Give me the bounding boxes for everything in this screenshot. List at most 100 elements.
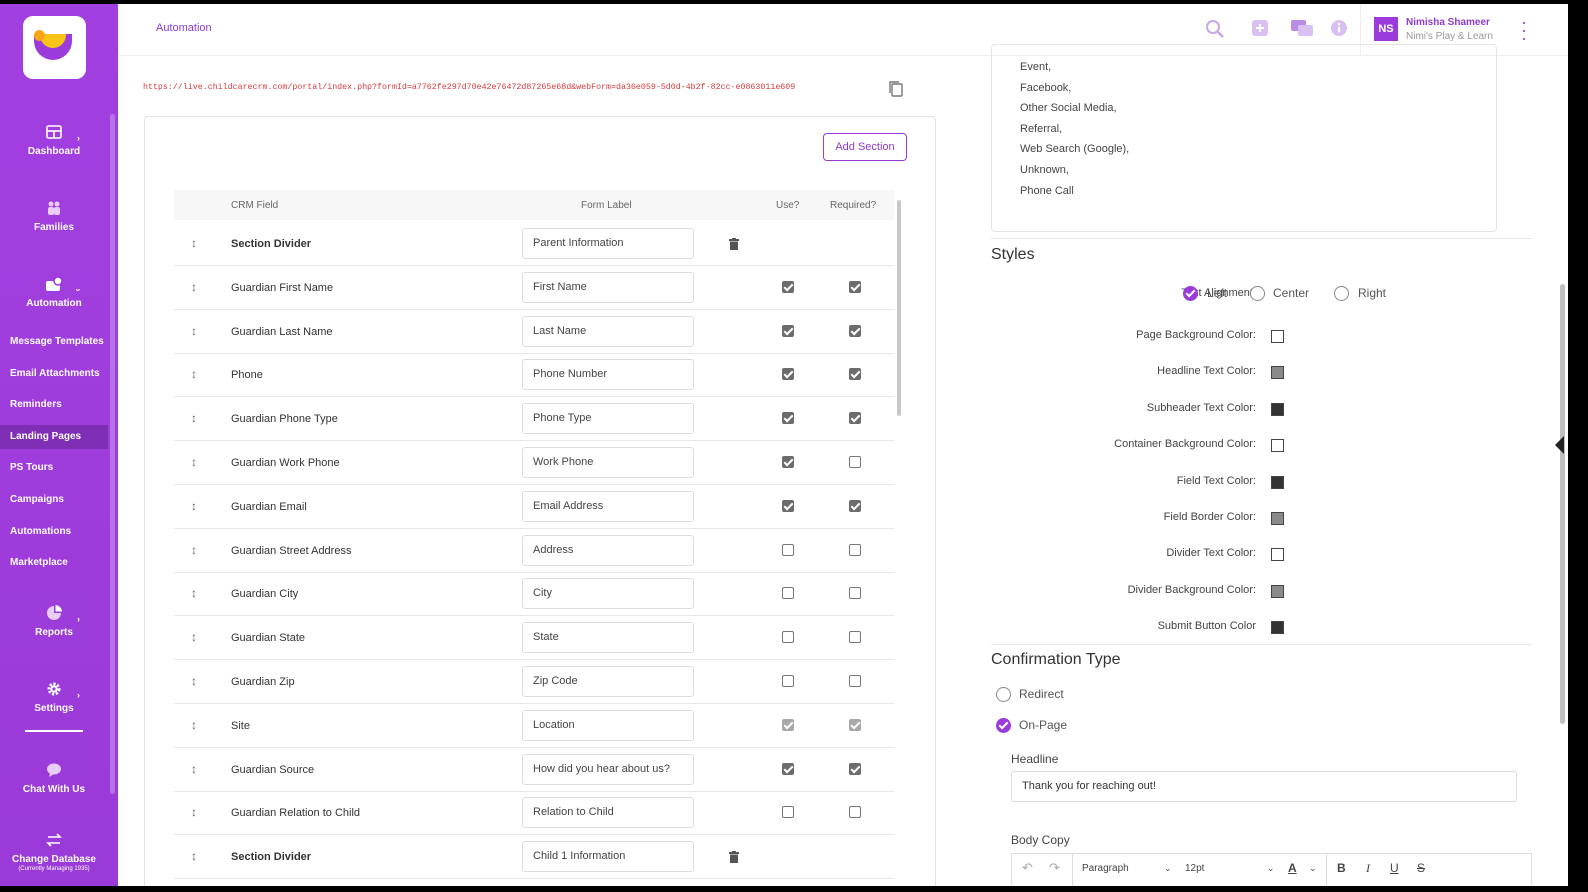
sidebar-item-families[interactable]: Families bbox=[0, 200, 108, 233]
on-page-radio[interactable] bbox=[996, 718, 1011, 733]
on-page-label[interactable]: On-Page bbox=[1019, 718, 1067, 732]
color-swatch[interactable] bbox=[1271, 512, 1284, 525]
text-color-icon[interactable]: A bbox=[1288, 861, 1297, 875]
drag-handle-icon[interactable]: ↕ bbox=[191, 455, 197, 469]
use-checkbox[interactable] bbox=[782, 324, 794, 337]
use-checkbox[interactable] bbox=[782, 762, 794, 775]
required-checkbox[interactable] bbox=[849, 412, 861, 425]
app-logo[interactable] bbox=[23, 16, 86, 79]
form-label-input[interactable]: Address bbox=[522, 534, 694, 566]
form-label-input[interactable]: Location bbox=[522, 709, 694, 741]
drag-handle-icon[interactable]: ↕ bbox=[191, 674, 197, 688]
sidebar-item-dashboard[interactable]: Dashboard › bbox=[0, 124, 108, 157]
drag-handle-icon[interactable]: ↕ bbox=[191, 718, 197, 732]
use-checkbox[interactable] bbox=[782, 499, 794, 512]
headline-input[interactable]: Thank you for reaching out! bbox=[1011, 771, 1517, 802]
use-checkbox[interactable] bbox=[782, 368, 794, 381]
required-checkbox[interactable] bbox=[849, 631, 861, 644]
form-label-input[interactable]: Zip Code bbox=[522, 666, 694, 697]
use-checkbox[interactable] bbox=[782, 806, 794, 819]
use-checkbox[interactable] bbox=[782, 412, 794, 425]
align-right-label[interactable]: Right bbox=[1358, 286, 1386, 300]
form-label-input[interactable]: City bbox=[522, 578, 694, 610]
form-url[interactable]: https://live.childcarecrm.com/portal/ind… bbox=[143, 83, 795, 92]
required-checkbox[interactable] bbox=[849, 675, 861, 687]
trash-icon[interactable] bbox=[729, 851, 739, 864]
required-checkbox[interactable] bbox=[849, 806, 861, 819]
sidebar-subitem-campaigns[interactable]: Campaigns bbox=[0, 488, 108, 512]
sidebar-subitem-reminders[interactable]: Reminders bbox=[0, 393, 108, 417]
page-scrollbar[interactable] bbox=[1560, 284, 1565, 724]
font-size-select[interactable]: 12pt bbox=[1185, 863, 1204, 874]
drag-handle-icon[interactable]: ↕ bbox=[191, 762, 197, 776]
breadcrumb[interactable]: Automation bbox=[156, 22, 212, 34]
sidebar-subitem-landing-pages[interactable]: Landing Pages bbox=[0, 425, 108, 449]
use-checkbox[interactable] bbox=[782, 543, 794, 556]
use-checkbox[interactable] bbox=[782, 280, 794, 293]
color-swatch[interactable] bbox=[1271, 475, 1284, 489]
required-checkbox[interactable] bbox=[849, 456, 861, 468]
add-section-button[interactable]: Add Section bbox=[823, 133, 907, 161]
avatar[interactable]: NS bbox=[1374, 17, 1398, 41]
use-checkbox[interactable] bbox=[782, 456, 794, 468]
form-label-input[interactable]: Relation to Child bbox=[522, 797, 694, 829]
form-label-input[interactable]: Email Address bbox=[522, 490, 694, 522]
undo-icon[interactable]: ↶ bbox=[1022, 860, 1033, 876]
form-label-input[interactable]: First Name bbox=[522, 271, 694, 303]
redirect-label[interactable]: Redirect bbox=[1019, 687, 1064, 701]
add-icon[interactable] bbox=[1251, 19, 1269, 37]
drag-handle-icon[interactable]: ↕ bbox=[191, 367, 197, 381]
align-center-radio[interactable] bbox=[1250, 286, 1265, 301]
form-label-input[interactable]: Work Phone bbox=[522, 447, 694, 478]
sidebar-subitem-message-templates[interactable]: Message Templates bbox=[0, 330, 108, 354]
sidebar-item-automation[interactable]: Automation › bbox=[0, 276, 108, 309]
form-label-input[interactable]: Phone Type bbox=[522, 403, 694, 435]
block-format-select[interactable]: Paragraph bbox=[1082, 863, 1129, 874]
strikethrough-icon[interactable]: S bbox=[1417, 861, 1425, 875]
redo-icon[interactable]: ↷ bbox=[1049, 860, 1060, 876]
italic-icon[interactable]: I bbox=[1366, 861, 1370, 876]
user-name[interactable]: Nimisha Shameer bbox=[1406, 17, 1490, 28]
use-checkbox[interactable] bbox=[782, 675, 794, 687]
change-database-button[interactable]: Change Database (Currently Managing 1935… bbox=[0, 832, 108, 872]
color-swatch[interactable] bbox=[1271, 584, 1284, 598]
sidebar-subitem-marketplace[interactable]: Marketplace bbox=[0, 551, 108, 575]
form-label-input[interactable]: Phone Number bbox=[522, 359, 694, 391]
use-checkbox[interactable] bbox=[782, 631, 794, 644]
sidebar-item-chat[interactable]: Chat With Us bbox=[0, 762, 108, 795]
drag-handle-icon[interactable]: ↕ bbox=[191, 236, 197, 250]
sidebar-subitem-ps-tours[interactable]: PS Tours bbox=[0, 456, 108, 480]
drag-handle-icon[interactable]: ↕ bbox=[191, 324, 197, 338]
color-swatch[interactable] bbox=[1271, 402, 1284, 416]
form-label-input[interactable]: How did you hear about us? bbox=[522, 753, 694, 785]
bold-icon[interactable]: B bbox=[1337, 861, 1346, 875]
required-checkbox[interactable] bbox=[849, 499, 861, 512]
sidebar-item-reports[interactable]: Reports › bbox=[0, 605, 108, 638]
required-checkbox[interactable] bbox=[849, 762, 861, 775]
redirect-radio[interactable] bbox=[996, 687, 1011, 702]
form-label-input[interactable]: Child 1 Information bbox=[522, 841, 694, 873]
color-swatch[interactable] bbox=[1271, 330, 1284, 343]
align-left-radio[interactable] bbox=[1183, 286, 1198, 301]
use-checkbox[interactable] bbox=[782, 587, 794, 600]
color-swatch[interactable] bbox=[1271, 439, 1284, 453]
required-checkbox[interactable] bbox=[849, 324, 861, 337]
drag-handle-icon[interactable]: ↕ bbox=[191, 849, 197, 863]
chevron-down-icon[interactable]: ⌄ bbox=[1267, 863, 1275, 874]
search-icon[interactable] bbox=[1205, 19, 1225, 39]
required-checkbox[interactable] bbox=[849, 587, 861, 600]
form-label-input[interactable]: Parent Information bbox=[522, 228, 694, 259]
copy-icon[interactable] bbox=[888, 80, 904, 98]
sidebar-subitem-email-attachments[interactable]: Email Attachments bbox=[0, 362, 108, 386]
more-menu-icon[interactable]: · · · bbox=[1520, 13, 1528, 47]
sidebar-subitem-automations[interactable]: Automations bbox=[0, 520, 108, 544]
drag-handle-icon[interactable]: ↕ bbox=[191, 586, 197, 600]
align-right-radio[interactable] bbox=[1334, 286, 1349, 301]
required-checkbox[interactable] bbox=[849, 368, 861, 381]
chevron-down-icon[interactable]: ⌄ bbox=[1309, 863, 1317, 874]
underline-icon[interactable]: U bbox=[1390, 861, 1399, 875]
trash-icon[interactable] bbox=[729, 238, 739, 250]
table-scrollbar[interactable] bbox=[897, 200, 901, 416]
color-swatch[interactable] bbox=[1271, 621, 1284, 635]
required-checkbox[interactable] bbox=[849, 280, 861, 293]
